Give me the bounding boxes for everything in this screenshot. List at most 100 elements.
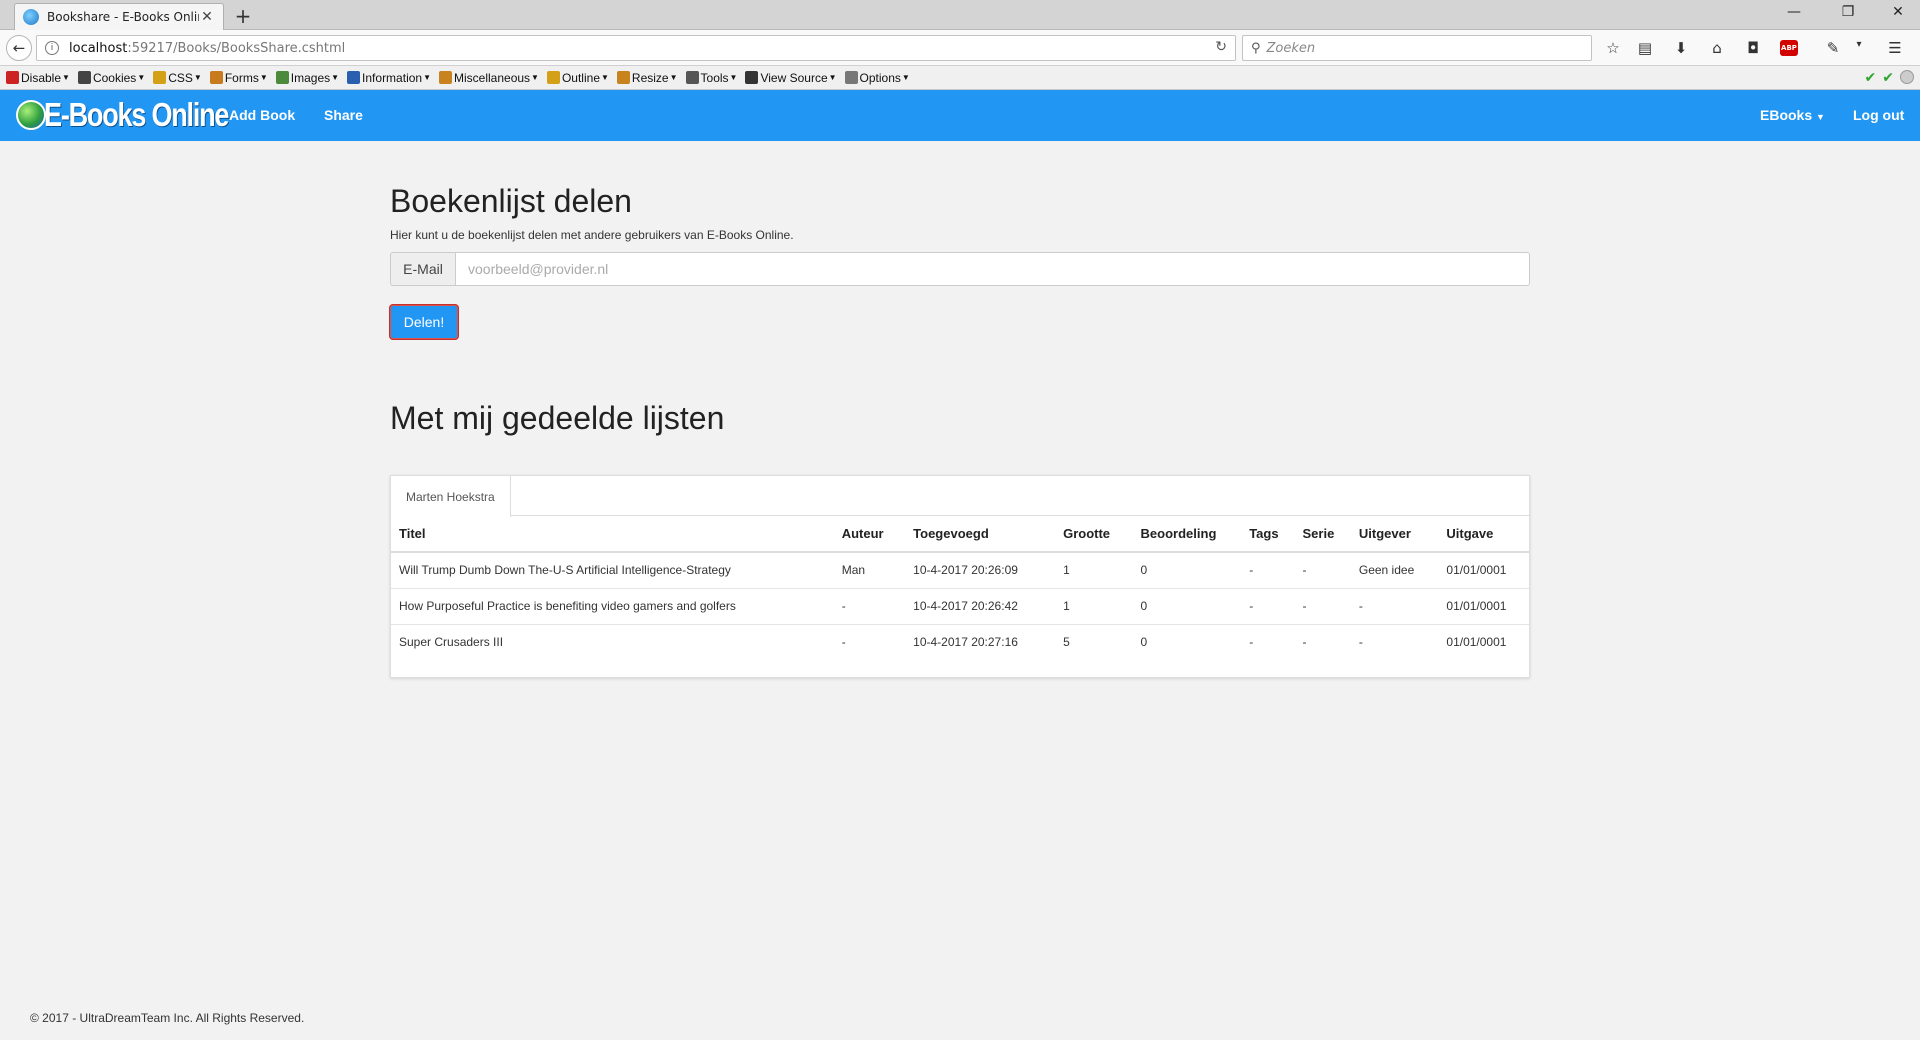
shared-lists-section: Met mij gedeelde lijsten [390, 400, 1530, 437]
table-cell-uitgever: - [1350, 588, 1439, 625]
bookmark-star-icon[interactable]: ☆ [1602, 39, 1624, 57]
adblock-icon[interactable]: ABP [1780, 40, 1798, 56]
table-cell-auteur: - [833, 588, 906, 625]
window-close-icon[interactable]: ✕ [1880, 4, 1916, 20]
devtool-label: CSS [168, 70, 193, 85]
column-header-uitgever: Uitgever [1350, 516, 1439, 553]
images-icon [275, 71, 289, 84]
info-icon[interactable]: i [45, 41, 59, 55]
nav-ebooks-dropdown[interactable]: EBooks ▼ [1760, 107, 1825, 123]
search-placeholder: Zoeken [1266, 40, 1316, 56]
share-button[interactable]: Delen! [390, 305, 458, 339]
nav-logout[interactable]: Log out [1853, 107, 1904, 123]
table-cell-auteur: - [841, 635, 846, 650]
table-cell-toegevoegd: 10-4-2017 20:26:09 [905, 552, 1056, 589]
caret-down-icon: ▼ [1816, 112, 1825, 122]
caret-down-icon: ▼ [901, 73, 910, 82]
books-table: Titel Auteur Toegevoegd Grootte Beoordeling T… [391, 516, 1529, 660]
check-icon[interactable]: ✔ [1865, 70, 1877, 86]
app-navbar: E-Books Online Add Book Share EBooks ▼ L… [0, 90, 1920, 141]
table-row[interactable]: How Purposeful Practice is benefiting vi… [391, 588, 1529, 625]
browser-navbar: ← i localhost:59217/Books/BooksShare.csh… [0, 30, 1920, 66]
user-tabs: Marten Hoekstra [391, 476, 1529, 517]
devtool-label: Miscellaneous [454, 70, 531, 85]
devtool-disable-menu[interactable]: Disable ▼ [6, 71, 70, 85]
devtool-css-menu[interactable]: CSS ▼ [153, 71, 202, 85]
browser-tabstrip: Bookshare - E-Books Online ✕ + — ❐ ✕ [0, 0, 1920, 30]
devtool-tools-menu[interactable]: Tools ▼ [685, 71, 737, 85]
tab-title: Bookshare - E-Books Online [47, 10, 199, 24]
bookmarks-list-icon[interactable]: ▤ [1634, 39, 1656, 57]
options-icon [844, 71, 858, 84]
tools-icon [685, 71, 699, 84]
devtool-forms-menu[interactable]: Forms ▼ [209, 71, 268, 85]
tab-marten-hoekstra[interactable]: Marten Hoekstra [391, 476, 511, 517]
devtool-images-menu[interactable]: Images ▼ [275, 71, 340, 85]
table-cell-tags: - [1241, 588, 1295, 625]
resize-icon [616, 71, 630, 84]
devtool-information-menu[interactable]: Information ▼ [347, 71, 431, 85]
caret-down-icon: ▼ [423, 73, 431, 82]
search-input[interactable]: ⚲ Zoeken [1242, 35, 1592, 61]
devtool-cookies-menu[interactable]: Cookies ▼ [77, 70, 145, 85]
column-header-tags: Tags [1241, 516, 1295, 553]
restore-icon[interactable]: ❐ [1830, 4, 1866, 20]
devtool-resize-menu[interactable]: Resize ▼ [616, 71, 678, 85]
email-input-group: E-Mail [390, 252, 1530, 286]
table-cell-titel: How Purposeful Practice is benefiting vi… [391, 588, 834, 625]
table-cell-uitgave: 01/01/0001 [1438, 552, 1529, 589]
caret-down-icon: ▼ [669, 73, 678, 82]
disable-icon [6, 71, 19, 84]
developer-toolbar: Disable ▼ Cookies ▼ CSS ▼ Forms ▼ Images ▼ Informa… [0, 66, 1920, 90]
shared-lists-panel: Marten Hoekstra Titel Auteur Toegevoegd Gro… [390, 475, 1530, 678]
menu-icon[interactable]: ☰ [1884, 39, 1906, 57]
caret-down-icon: ▼ [828, 73, 837, 82]
caret-down-icon: ▼ [259, 73, 268, 82]
globe-icon [16, 100, 46, 130]
email-label: E-Mail [390, 252, 455, 286]
close-tab-icon[interactable]: ✕ [199, 9, 215, 25]
share-title: Boekenlijst delen [390, 183, 632, 219]
devtool-outline-menu[interactable]: Outline ▼ [546, 70, 609, 85]
caret-down-icon: ▼ [531, 73, 539, 82]
devtool-label: View Source [760, 70, 828, 85]
pocket-icon[interactable]: ◘ [1742, 39, 1764, 57]
table-cell-toegevoegd: 10-4-2017 20:27:16 [913, 635, 1018, 650]
check-icon[interactable]: ✔ [1882, 70, 1894, 86]
url-bar[interactable]: i localhost:59217/Books/BooksShare.cshtm… [36, 35, 1236, 61]
devtool-label: Disable [21, 70, 62, 85]
home-icon[interactable]: ⌂ [1706, 39, 1728, 57]
chevron-down-icon[interactable]: ▾ [1848, 39, 1870, 50]
outline-icon [546, 71, 560, 84]
globe-favicon-icon [23, 9, 39, 25]
devtool-label: Cookies [92, 70, 137, 85]
share-description: Hier kunt u de boekenlijst delen met and… [390, 228, 794, 242]
table-row[interactable]: Will Trump Dumb Down The-U-S Artificial … [391, 552, 1529, 589]
devtool-label: Outline [561, 70, 600, 85]
devtool-miscellaneous-menu[interactable]: Miscellaneous ▼ [439, 71, 539, 85]
shared-lists-title: Met mij gedeelde lijsten [390, 400, 725, 436]
table-cell-grootte: 1 [1055, 588, 1133, 625]
minimize-icon[interactable]: — [1776, 4, 1812, 20]
table-cell-uitgave: 01/01/0001 [1446, 635, 1507, 650]
devtool-options-menu[interactable]: Options ▼ [844, 71, 910, 85]
footer-copyright: © 2017 - UltraDreamTeam Inc. All Rights … [30, 1011, 305, 1025]
browser-tab[interactable]: Bookshare - E-Books Online ✕ [14, 3, 224, 30]
devtool-view-source-menu[interactable]: View Source ▼ [745, 70, 837, 85]
status-dot-icon[interactable] [1900, 70, 1914, 84]
download-icon[interactable]: ⬇ [1670, 39, 1692, 57]
table-cell-auteur: Man [833, 552, 906, 589]
back-arrow-icon[interactable]: ← [6, 35, 32, 61]
nav-share[interactable]: Share [324, 107, 363, 123]
reload-icon[interactable]: ↻ [1215, 39, 1227, 55]
email-field[interactable] [455, 252, 1530, 286]
extension-icon[interactable]: ✎ [1822, 39, 1844, 57]
search-icon: ⚲ [1251, 40, 1261, 56]
nav-add-book[interactable]: Add Book [229, 107, 295, 123]
new-tab-icon[interactable]: + [232, 4, 254, 28]
table-cell-serie: - [1302, 635, 1307, 650]
caret-down-icon: ▼ [193, 73, 202, 82]
devbar-status: ✔ ✔ [1865, 70, 1914, 86]
table-row[interactable]: Super Crusaders III - 10-4-2017 20:27:16 5 0… [391, 624, 1529, 660]
caret-down-icon: ▼ [331, 73, 340, 82]
